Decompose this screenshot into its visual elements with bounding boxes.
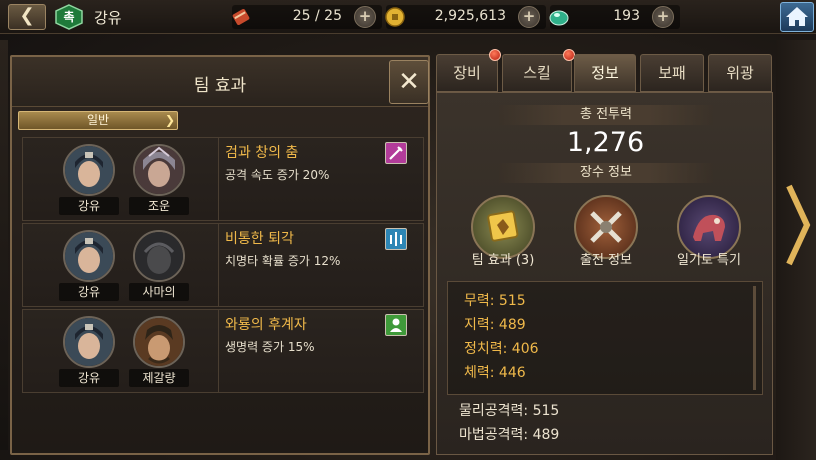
gold-resource: 2,925,613 + xyxy=(385,5,546,29)
hero-portrait-image xyxy=(65,232,113,280)
chevron-right-icon xyxy=(786,184,811,266)
stat-intelligence: 지력: 489 xyxy=(464,317,526,333)
stat-politics: 정치력: 406 xyxy=(464,341,539,357)
hero-portrait-image xyxy=(135,318,183,366)
stamina-value: 25 / 25 xyxy=(292,8,342,24)
stat-magic-attack: 마법공격력: 489 xyxy=(459,427,560,443)
chevron-right-icon: ❯ xyxy=(164,113,175,127)
hero-portrait-image xyxy=(135,146,183,194)
hero-name: 강유 xyxy=(94,9,122,27)
effect-description: 생명력 증가 15% xyxy=(225,340,315,354)
info-panel: 총 전투력 1,276 장수 정보 팀 효과 (3) 출전 정보 일기토 특기 … xyxy=(436,92,773,455)
hero-portrait-image xyxy=(135,232,183,280)
stat-strength: 무력: 515 xyxy=(464,293,526,309)
top-bar: ❮ 촉 강유 25 / 25 + 2,925,613 + 193 + xyxy=(0,0,816,34)
tab-label: 장비 xyxy=(453,64,481,82)
faction-label: 촉 xyxy=(63,10,75,24)
power-label: 총 전투력 xyxy=(499,105,713,125)
hero-name-label: 강유 xyxy=(59,283,119,301)
tab-label: 정보 xyxy=(591,64,619,82)
crossed-swords-icon xyxy=(590,211,622,243)
general-info-label: 장수 정보 xyxy=(499,163,713,183)
left-decoration xyxy=(0,40,8,450)
gem-resource: 193 + xyxy=(549,5,680,29)
stats-scrollbar[interactable] xyxy=(753,286,756,390)
power-value: 1,276 xyxy=(566,127,645,158)
scroll-icon xyxy=(232,9,250,25)
team-effect-icon xyxy=(487,210,519,242)
stat-vitality: 체력: 446 xyxy=(464,365,526,381)
jade-gem-icon xyxy=(549,10,569,26)
faction-badge: 촉 xyxy=(54,4,84,30)
chevron-left-icon: ❮ xyxy=(19,5,35,26)
hero-name-label: 사마의 xyxy=(129,283,189,301)
stats-box: 무력: 515 지력: 489 정치력: 406 체력: 446 xyxy=(447,281,763,395)
notification-dot-icon xyxy=(489,49,501,61)
effect-heroes: 강유 조운 xyxy=(23,138,219,220)
tab-info[interactable]: 정보 xyxy=(574,54,636,92)
effect-name: 비통한 퇴각 xyxy=(225,231,294,247)
deployment-info-label: 출전 정보 xyxy=(580,253,632,268)
next-page-button[interactable] xyxy=(785,182,811,268)
sword-icon xyxy=(385,142,407,164)
home-button[interactable] xyxy=(780,2,814,32)
effect-row: 강유 사마의 비통한 퇴각 치명타 확률 증가 12% xyxy=(22,223,424,307)
close-button[interactable]: ✕ xyxy=(389,60,429,104)
effect-row: 강유 조운 검과 창의 춤 공격 속도 증가 20% xyxy=(22,137,424,221)
gold-coin-icon xyxy=(385,7,405,27)
hero-portrait-zhuge-liang[interactable] xyxy=(133,316,185,368)
close-icon: ✕ xyxy=(398,67,420,97)
effect-name: 와룡의 후계자 xyxy=(225,317,307,333)
cavalry-icon xyxy=(693,214,725,241)
panel-header: 팀 효과 ✕ xyxy=(12,57,429,107)
hero-name-label: 강유 xyxy=(59,197,119,215)
tab-treasure[interactable]: 보패 xyxy=(640,54,704,92)
hero-portrait-sima-yi[interactable] xyxy=(133,230,185,282)
tab-label: 보패 xyxy=(658,64,686,82)
panel-title: 팀 효과 xyxy=(193,76,247,96)
home-icon xyxy=(786,7,808,26)
hero-portrait-jiang-wei[interactable] xyxy=(63,144,115,196)
stamina-resource: 25 / 25 + xyxy=(232,5,382,29)
tab-equipment[interactable]: 장비 xyxy=(436,49,501,92)
hero-name-label: 조운 xyxy=(129,197,189,215)
add-stamina-button[interactable]: + xyxy=(354,6,376,28)
hero-portrait-jiang-wei[interactable] xyxy=(63,316,115,368)
tab-label: 위광 xyxy=(726,64,754,82)
effect-heroes: 강유 사마의 xyxy=(23,224,219,306)
category-tab-general[interactable]: 일반 ❯ xyxy=(18,111,178,130)
effect-heroes: 강유 제갈량 xyxy=(23,310,219,392)
person-icon xyxy=(385,314,407,336)
hero-name-label: 강유 xyxy=(59,369,119,387)
hero-portrait-image xyxy=(65,318,113,366)
crit-icon xyxy=(385,228,407,250)
hero-portrait-zhao-yun[interactable] xyxy=(133,144,185,196)
add-gem-button[interactable]: + xyxy=(652,6,674,28)
hero-portrait-jiang-wei[interactable] xyxy=(63,230,115,282)
category-tab-label: 일반 xyxy=(86,113,110,127)
hero-portrait-image xyxy=(65,146,113,194)
stat-physical-attack: 물리공격력: 515 xyxy=(459,403,560,419)
tab-aura[interactable]: 위광 xyxy=(708,54,772,92)
duel-skill-label: 일기토 특기 xyxy=(677,253,741,268)
effect-row: 강유 제갈량 와룡의 후계자 생명력 증가 15% xyxy=(22,309,424,393)
effect-name: 검과 창의 춤 xyxy=(225,145,299,161)
add-gold-button[interactable]: + xyxy=(518,6,540,28)
team-effect-label: 팀 효과 (3) xyxy=(471,253,535,268)
effect-description: 치명타 확률 증가 12% xyxy=(225,254,341,268)
hero-name-label: 제갈량 xyxy=(129,369,189,387)
tab-label: 스킬 xyxy=(523,64,551,82)
gold-value: 2,925,613 xyxy=(434,8,506,24)
effect-description: 공격 속도 증가 20% xyxy=(225,168,330,182)
team-effect-panel: 팀 효과 ✕ 일반 ❯ 강유 조운 검과 창의 춤 공격 속도 증가 20% 강… xyxy=(10,55,430,455)
tab-skills[interactable]: 스킬 xyxy=(502,49,575,92)
gem-value: 193 xyxy=(613,8,640,24)
back-button[interactable]: ❮ xyxy=(8,4,46,30)
